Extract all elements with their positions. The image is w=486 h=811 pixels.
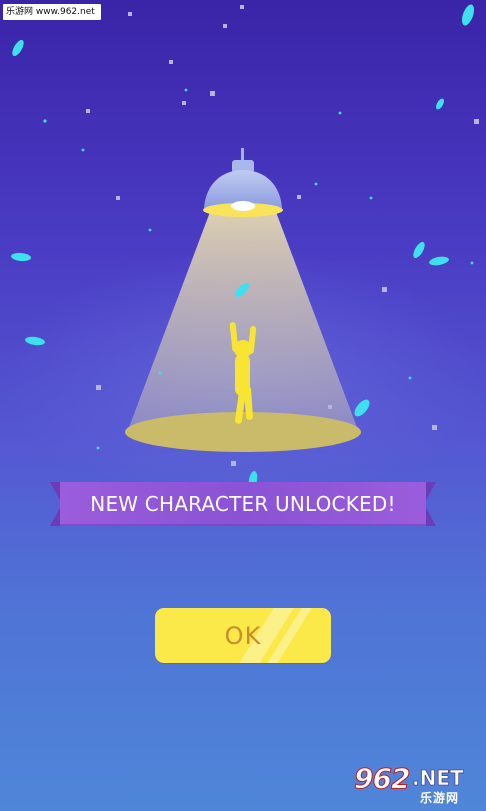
watermark-top: 乐游网 www.962.net [3, 4, 101, 20]
ok-button-label: OK [224, 621, 262, 650]
scene-artwork [3, 4, 483, 526]
unlock-screen: 乐游网 www.962.net NEW CHARACTER UNLOCKED! … [0, 0, 486, 811]
spotlight-floor [125, 412, 361, 452]
unlock-banner-text: NEW CHARACTER UNLOCKED! [90, 492, 396, 516]
watermark-number: 962 [353, 762, 410, 796]
ok-button[interactable]: OK [155, 608, 331, 663]
watermark-logo: 962 .NET 乐游网 [346, 762, 480, 806]
watermark-domain: .NET [412, 766, 464, 791]
watermark-cn: 乐游网 [420, 791, 460, 805]
